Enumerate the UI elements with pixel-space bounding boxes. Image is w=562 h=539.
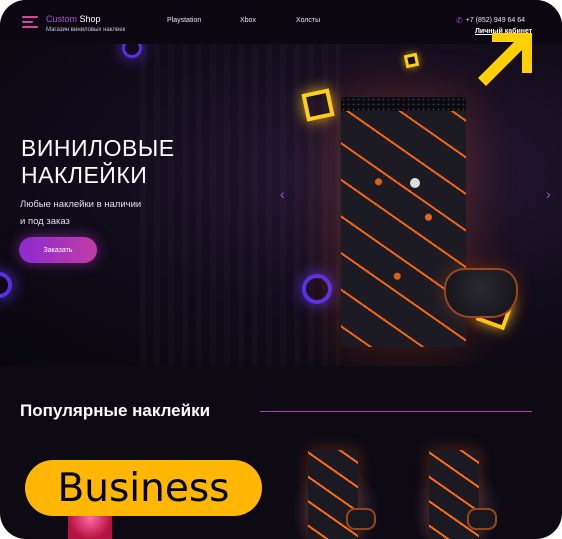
nav-item-playstation[interactable]: Playstation xyxy=(167,17,201,24)
gamepad-thumbnail xyxy=(467,508,497,530)
gamepad-image xyxy=(444,268,518,318)
lava-skin-pattern xyxy=(341,111,466,347)
section-title-popular: Популярные наклейки xyxy=(20,401,211,420)
chevron-right-icon[interactable]: › xyxy=(546,186,551,202)
hero-title-line2: НАКЛЕЙКИ xyxy=(21,162,148,188)
logo[interactable]: Custom Shop xyxy=(46,14,101,24)
hero-title: ВИНИЛОВЫЕ НАКЛЕЙКИ xyxy=(21,135,175,189)
section-divider xyxy=(260,411,532,412)
category-badge: Business xyxy=(25,460,262,516)
gamepad-thumbnail xyxy=(346,508,376,530)
app-frame: Custom Shop Магазин виниловых наклеек Pl… xyxy=(0,0,562,539)
console-product-image xyxy=(341,97,466,347)
neon-ring-decoration xyxy=(0,272,12,298)
hero-banner: ВИНИЛОВЫЕ НАКЛЕЙКИ Любые наклейки в нали… xyxy=(0,44,562,366)
phone-link[interactable]: ✆ +7 (852) 949 64 64 xyxy=(456,16,525,25)
neon-ring-decoration xyxy=(122,44,142,58)
hero-subtitle-line1: Любые наклейки в наличии xyxy=(20,199,142,210)
hero-title-line1: ВИНИЛОВЫЕ xyxy=(21,135,175,161)
phone-number: +7 (852) 949 64 64 xyxy=(465,17,526,24)
arrow-up-right-icon xyxy=(478,33,532,86)
logo-brand: Custom xyxy=(46,14,78,24)
neon-square-decoration xyxy=(301,88,335,122)
product-card[interactable] xyxy=(286,450,386,539)
order-button[interactable]: Заказать xyxy=(19,237,97,263)
logo-subtitle: Магазин виниловых наклеек xyxy=(46,27,126,33)
hero-subtitle-line2: и под заказ xyxy=(20,216,70,227)
console-vent xyxy=(341,97,466,111)
burger-menu-icon[interactable] xyxy=(22,16,38,28)
hero-subtitle: Любые наклейки в наличии и под заказ xyxy=(20,196,160,230)
nav-item-canvases[interactable]: Холсты xyxy=(296,17,320,24)
xbox-logo-icon xyxy=(410,178,420,188)
logo-shop: Shop xyxy=(77,14,101,24)
phone-icon: ✆ xyxy=(456,16,463,25)
chevron-left-icon[interactable]: ‹ xyxy=(280,186,285,202)
product-card[interactable] xyxy=(407,450,507,539)
nav-item-xbox[interactable]: Xbox xyxy=(240,17,256,24)
neon-ring-decoration xyxy=(302,274,332,304)
neon-square-decoration xyxy=(403,52,420,69)
